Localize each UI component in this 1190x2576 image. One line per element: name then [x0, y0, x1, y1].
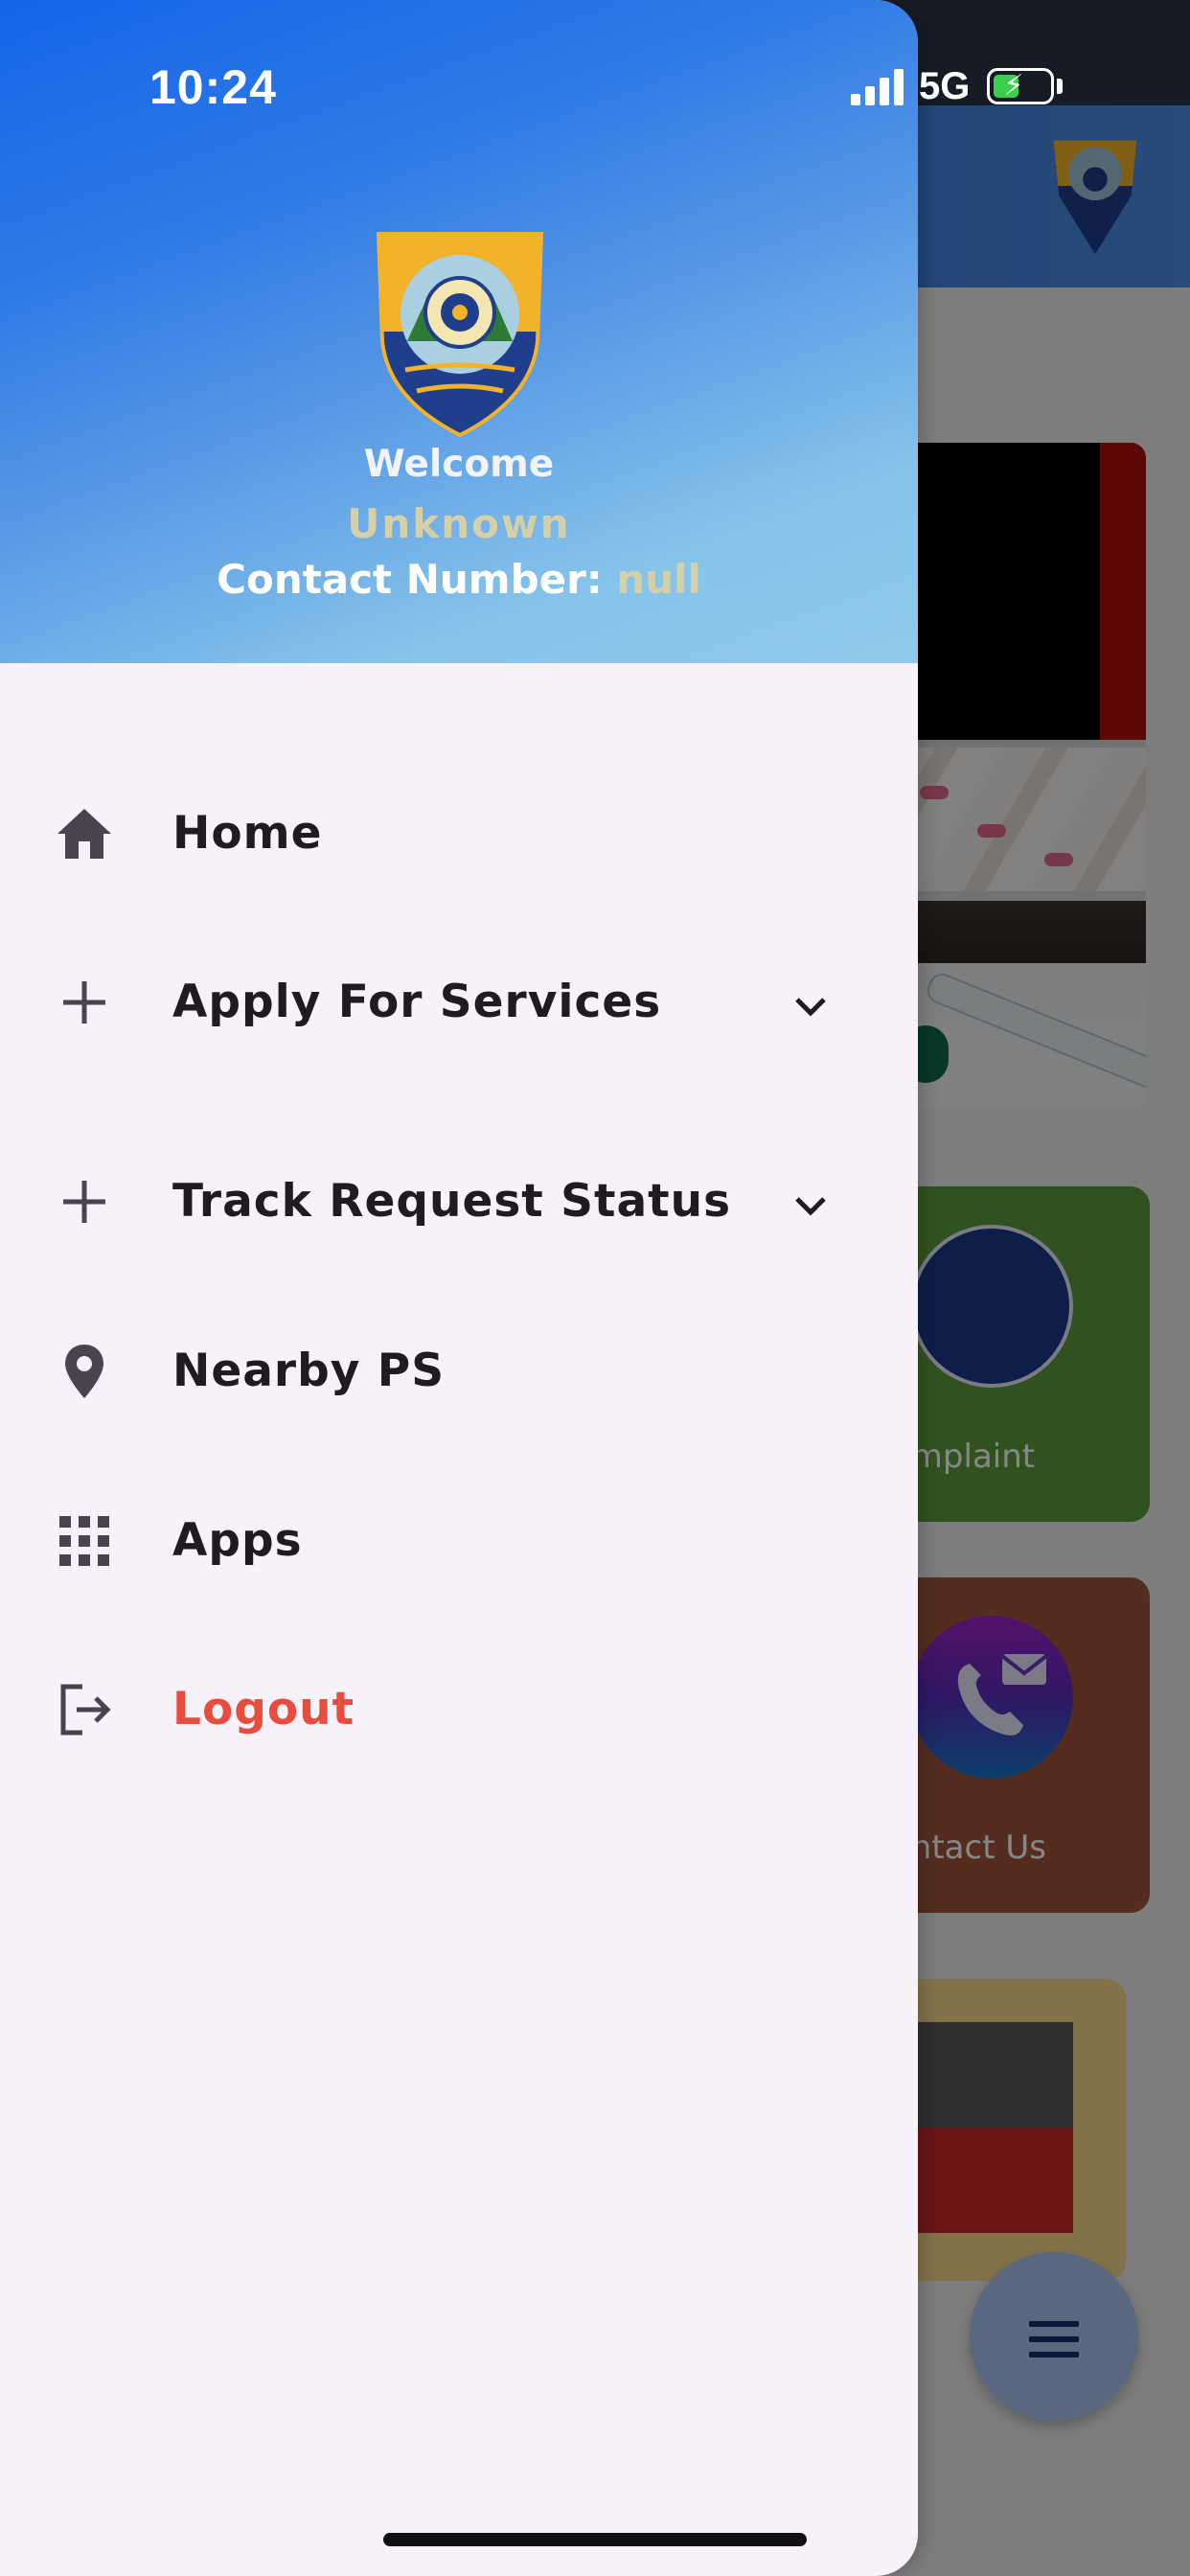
charging-bolt-icon: ⚡ — [1003, 69, 1024, 103]
network-type: 5G — [919, 64, 971, 107]
navigation-drawer: Welcome Unknown Contact Number: null Hom… — [0, 0, 918, 2576]
plus-icon — [63, 981, 105, 1024]
battery-icon: ⚡ — [987, 68, 1055, 104]
status-time: 10:24 — [149, 60, 277, 114]
menu-item-label: Track Request Status — [172, 1175, 732, 1228]
chevron-down-icon[interactable] — [786, 1181, 835, 1230]
welcome-label: Welcome — [363, 443, 555, 486]
home-indicator[interactable] — [383, 2533, 807, 2546]
himachal-police-logo — [376, 232, 544, 438]
chevron-down-icon[interactable] — [786, 981, 835, 1031]
menu-item-nearby-ps[interactable]: Nearby PS — [0, 1312, 918, 1427]
menu-item-label: Nearby PS — [172, 1345, 446, 1397]
user-name: Unknown — [347, 500, 571, 547]
contact-value: null — [616, 556, 701, 603]
plus-icon — [63, 1181, 105, 1223]
location-pin-icon — [65, 1345, 103, 1398]
contact-label: Contact Number: — [217, 556, 603, 603]
status-indicators: 5G ⚡ — [851, 63, 1064, 109]
menu-item-label: Logout — [172, 1683, 355, 1736]
menu-item-label: Home — [172, 807, 323, 860]
contact-number: Contact Number: null — [0, 556, 918, 603]
menu-item-apps[interactable]: Apps — [0, 1482, 918, 1597]
menu-item-label: Apps — [172, 1514, 303, 1567]
menu-item-label: Apply For Services — [172, 976, 662, 1028]
home-icon — [57, 809, 111, 859]
apps-grid-icon — [59, 1516, 109, 1566]
menu-item-logout[interactable]: Logout — [0, 1650, 918, 1765]
menu-item-home[interactable]: Home — [0, 774, 918, 889]
logout-icon — [60, 1684, 111, 1736]
menu-item-track-request-status[interactable]: Track Request Status — [0, 1142, 918, 1257]
drawer-header: Welcome Unknown Contact Number: null — [0, 0, 918, 663]
signal-icon — [851, 67, 904, 105]
menu-item-apply-for-services[interactable]: Apply For Services — [0, 943, 918, 1058]
